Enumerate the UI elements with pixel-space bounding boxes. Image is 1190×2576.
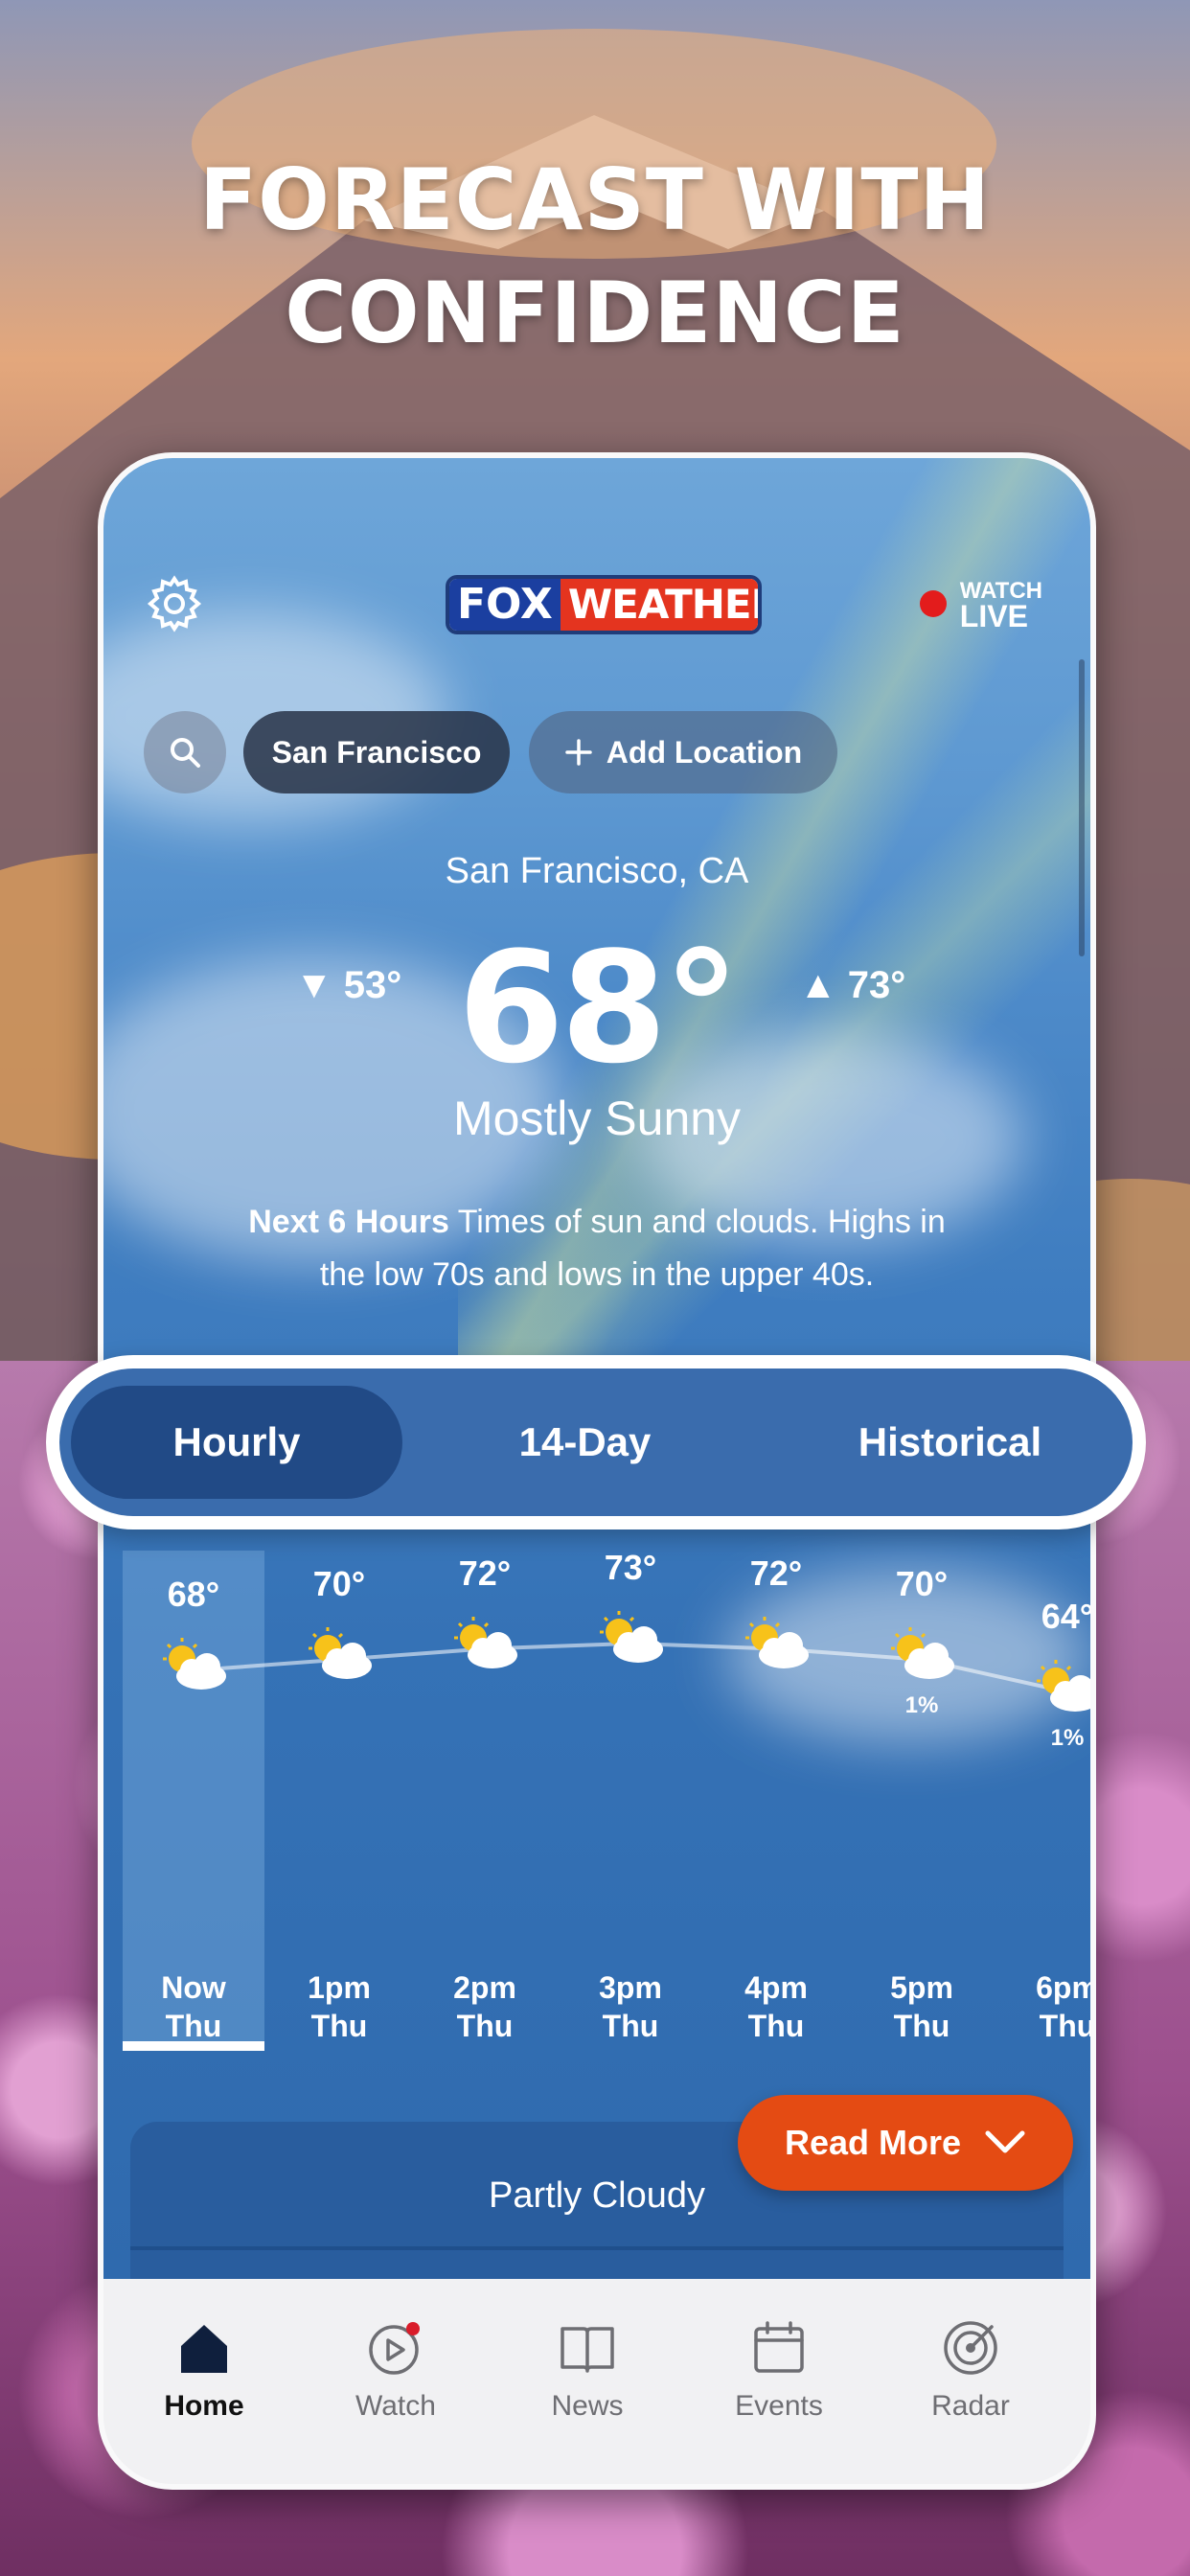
live-label: LIVE: [959, 599, 1028, 633]
tab-radar[interactable]: Radar: [889, 2317, 1052, 2423]
hourly-forecast[interactable]: 68° Now Thu 70° 1pm Thu 72° 2pm Thu 73° 3pm Thu 72° 4…: [103, 1547, 1090, 2051]
partly-sunny-icon: [600, 1610, 663, 1663]
watch-live-label: WATCH LIVE: [959, 579, 1042, 633]
gear-icon[interactable]: [144, 573, 205, 634]
temperature-row: ▼ 53° 68° ▲ 73°: [103, 918, 1090, 1097]
hourly-time-label: 4pm Thu: [723, 1968, 829, 2045]
tab-home[interactable]: Home: [123, 2317, 286, 2423]
headline: FORECAST WITH CONFIDENCE: [0, 144, 1190, 370]
sunny-cloud-icon: [1037, 1659, 1090, 1712]
logo-fox-text: FOX: [449, 579, 561, 631]
home-icon: [181, 2325, 227, 2373]
hourly-day: Thu: [602, 2009, 659, 2043]
calendar-icon: [754, 2321, 804, 2373]
segment-track: Hourly 14-Day Historical: [59, 1368, 1133, 1516]
hourly-time-label: 3pm Thu: [578, 1968, 683, 2045]
partly-sunny-icon: [891, 1626, 954, 1679]
hourly-temp: 64°: [1041, 1596, 1090, 1636]
fox-weather-logo: FOX WEATHER: [446, 575, 762, 634]
hourly-time: 5pm: [890, 1970, 953, 2005]
hourly-temp: 72°: [458, 1552, 512, 1593]
hourly-time: 3pm: [599, 1970, 662, 2005]
hourly-day: Thu: [747, 2009, 805, 2043]
add-location-button[interactable]: Add Location: [529, 711, 837, 794]
high-temp: ▲ 73°: [799, 964, 906, 1006]
hourly-time: 6pm: [1036, 1970, 1090, 2005]
logo-weather-text: WEATHER: [560, 579, 758, 631]
hourly-time-label: Now Thu: [141, 1968, 246, 2045]
hourly-time-label: 2pm Thu: [432, 1968, 538, 2045]
hourly-day: Thu: [893, 2009, 950, 2043]
tab-news[interactable]: News: [506, 2317, 669, 2423]
segment-historical[interactable]: Historical: [767, 1386, 1133, 1499]
tab-radar-label: Radar: [931, 2390, 1010, 2422]
hourly-time: 4pm: [744, 1970, 808, 2005]
hourly-time-label: 1pm Thu: [286, 1968, 392, 2045]
headline-line-2: CONFIDENCE: [285, 264, 905, 362]
hourly-time-label: 6pm Thu: [1015, 1968, 1090, 2045]
partly-sunny-icon: [163, 1638, 226, 1690]
hourly-temp: 68°: [167, 1575, 220, 1614]
segment-hourly[interactable]: Hourly: [71, 1386, 402, 1499]
hourly-precip: 1%: [904, 1691, 939, 1718]
hourly-time: 2pm: [453, 1970, 516, 2005]
tab-watch[interactable]: Watch: [314, 2317, 477, 2423]
segment-14-day[interactable]: 14-Day: [402, 1386, 767, 1499]
read-more-button[interactable]: Read More: [738, 2095, 1073, 2191]
hourly-day: Thu: [456, 2009, 514, 2043]
hourly-temp: 70°: [895, 1563, 949, 1603]
card-divider: [130, 2246, 1064, 2250]
hourly-temp: 73°: [604, 1547, 657, 1587]
hourly-day: Thu: [1039, 2009, 1090, 2043]
book-icon: [561, 2327, 614, 2373]
tab-events[interactable]: Events: [698, 2317, 860, 2423]
tab-events-label: Events: [735, 2390, 823, 2422]
add-location-label: Add Location: [606, 734, 803, 770]
current-condition: Mostly Sunny: [452, 1092, 742, 1145]
radar-icon: [944, 2321, 997, 2375]
search-icon: [171, 738, 200, 768]
scrollbar[interactable]: [1079, 659, 1085, 956]
hourly-time: 1pm: [308, 1970, 371, 2005]
tab-bar: Home Watch News Events Radar: [103, 2279, 1090, 2484]
play-icon: [369, 2322, 420, 2375]
hourly-day: Thu: [310, 2009, 368, 2043]
summary-heading: Next 6 Hours: [248, 1204, 449, 1240]
search-button[interactable]: [144, 711, 226, 794]
tab-news-label: News: [551, 2390, 624, 2422]
current-location: San Francisco, CA: [445, 851, 749, 891]
hourly-precip: 1%: [1050, 1724, 1085, 1751]
tab-watch-label: Watch: [355, 2390, 436, 2422]
headline-line-1: FORECAST WITH: [198, 150, 991, 249]
forecast-summary: Next 6 Hours Times of sun and clouds. Hi…: [247, 1196, 947, 1301]
forecast-segment-control: Hourly 14-Day Historical: [46, 1355, 1146, 1530]
high-temp-value: 73°: [847, 964, 906, 1006]
location-chip-san-francisco[interactable]: San Francisco: [243, 711, 510, 794]
hourly-time: Now: [161, 1970, 226, 2005]
live-dot-icon: [919, 590, 947, 617]
tab-home-label: Home: [164, 2390, 244, 2422]
watch-live-button[interactable]: WATCH LIVE: [919, 579, 1042, 633]
partly-sunny-icon: [454, 1616, 517, 1668]
current-temp: 68°: [457, 918, 741, 1097]
plus-icon: [565, 739, 592, 766]
partly-sunny-icon: [309, 1626, 372, 1679]
chevron-down-icon: [985, 2130, 1025, 2153]
hourly-temp: 72°: [749, 1552, 803, 1593]
hourly-temp: 70°: [312, 1563, 366, 1603]
read-more-label: Read More: [784, 2123, 962, 2162]
partly-sunny-icon: [745, 1616, 809, 1668]
hourly-day: Thu: [165, 2009, 222, 2043]
hourly-time-label: 5pm Thu: [869, 1968, 974, 2045]
